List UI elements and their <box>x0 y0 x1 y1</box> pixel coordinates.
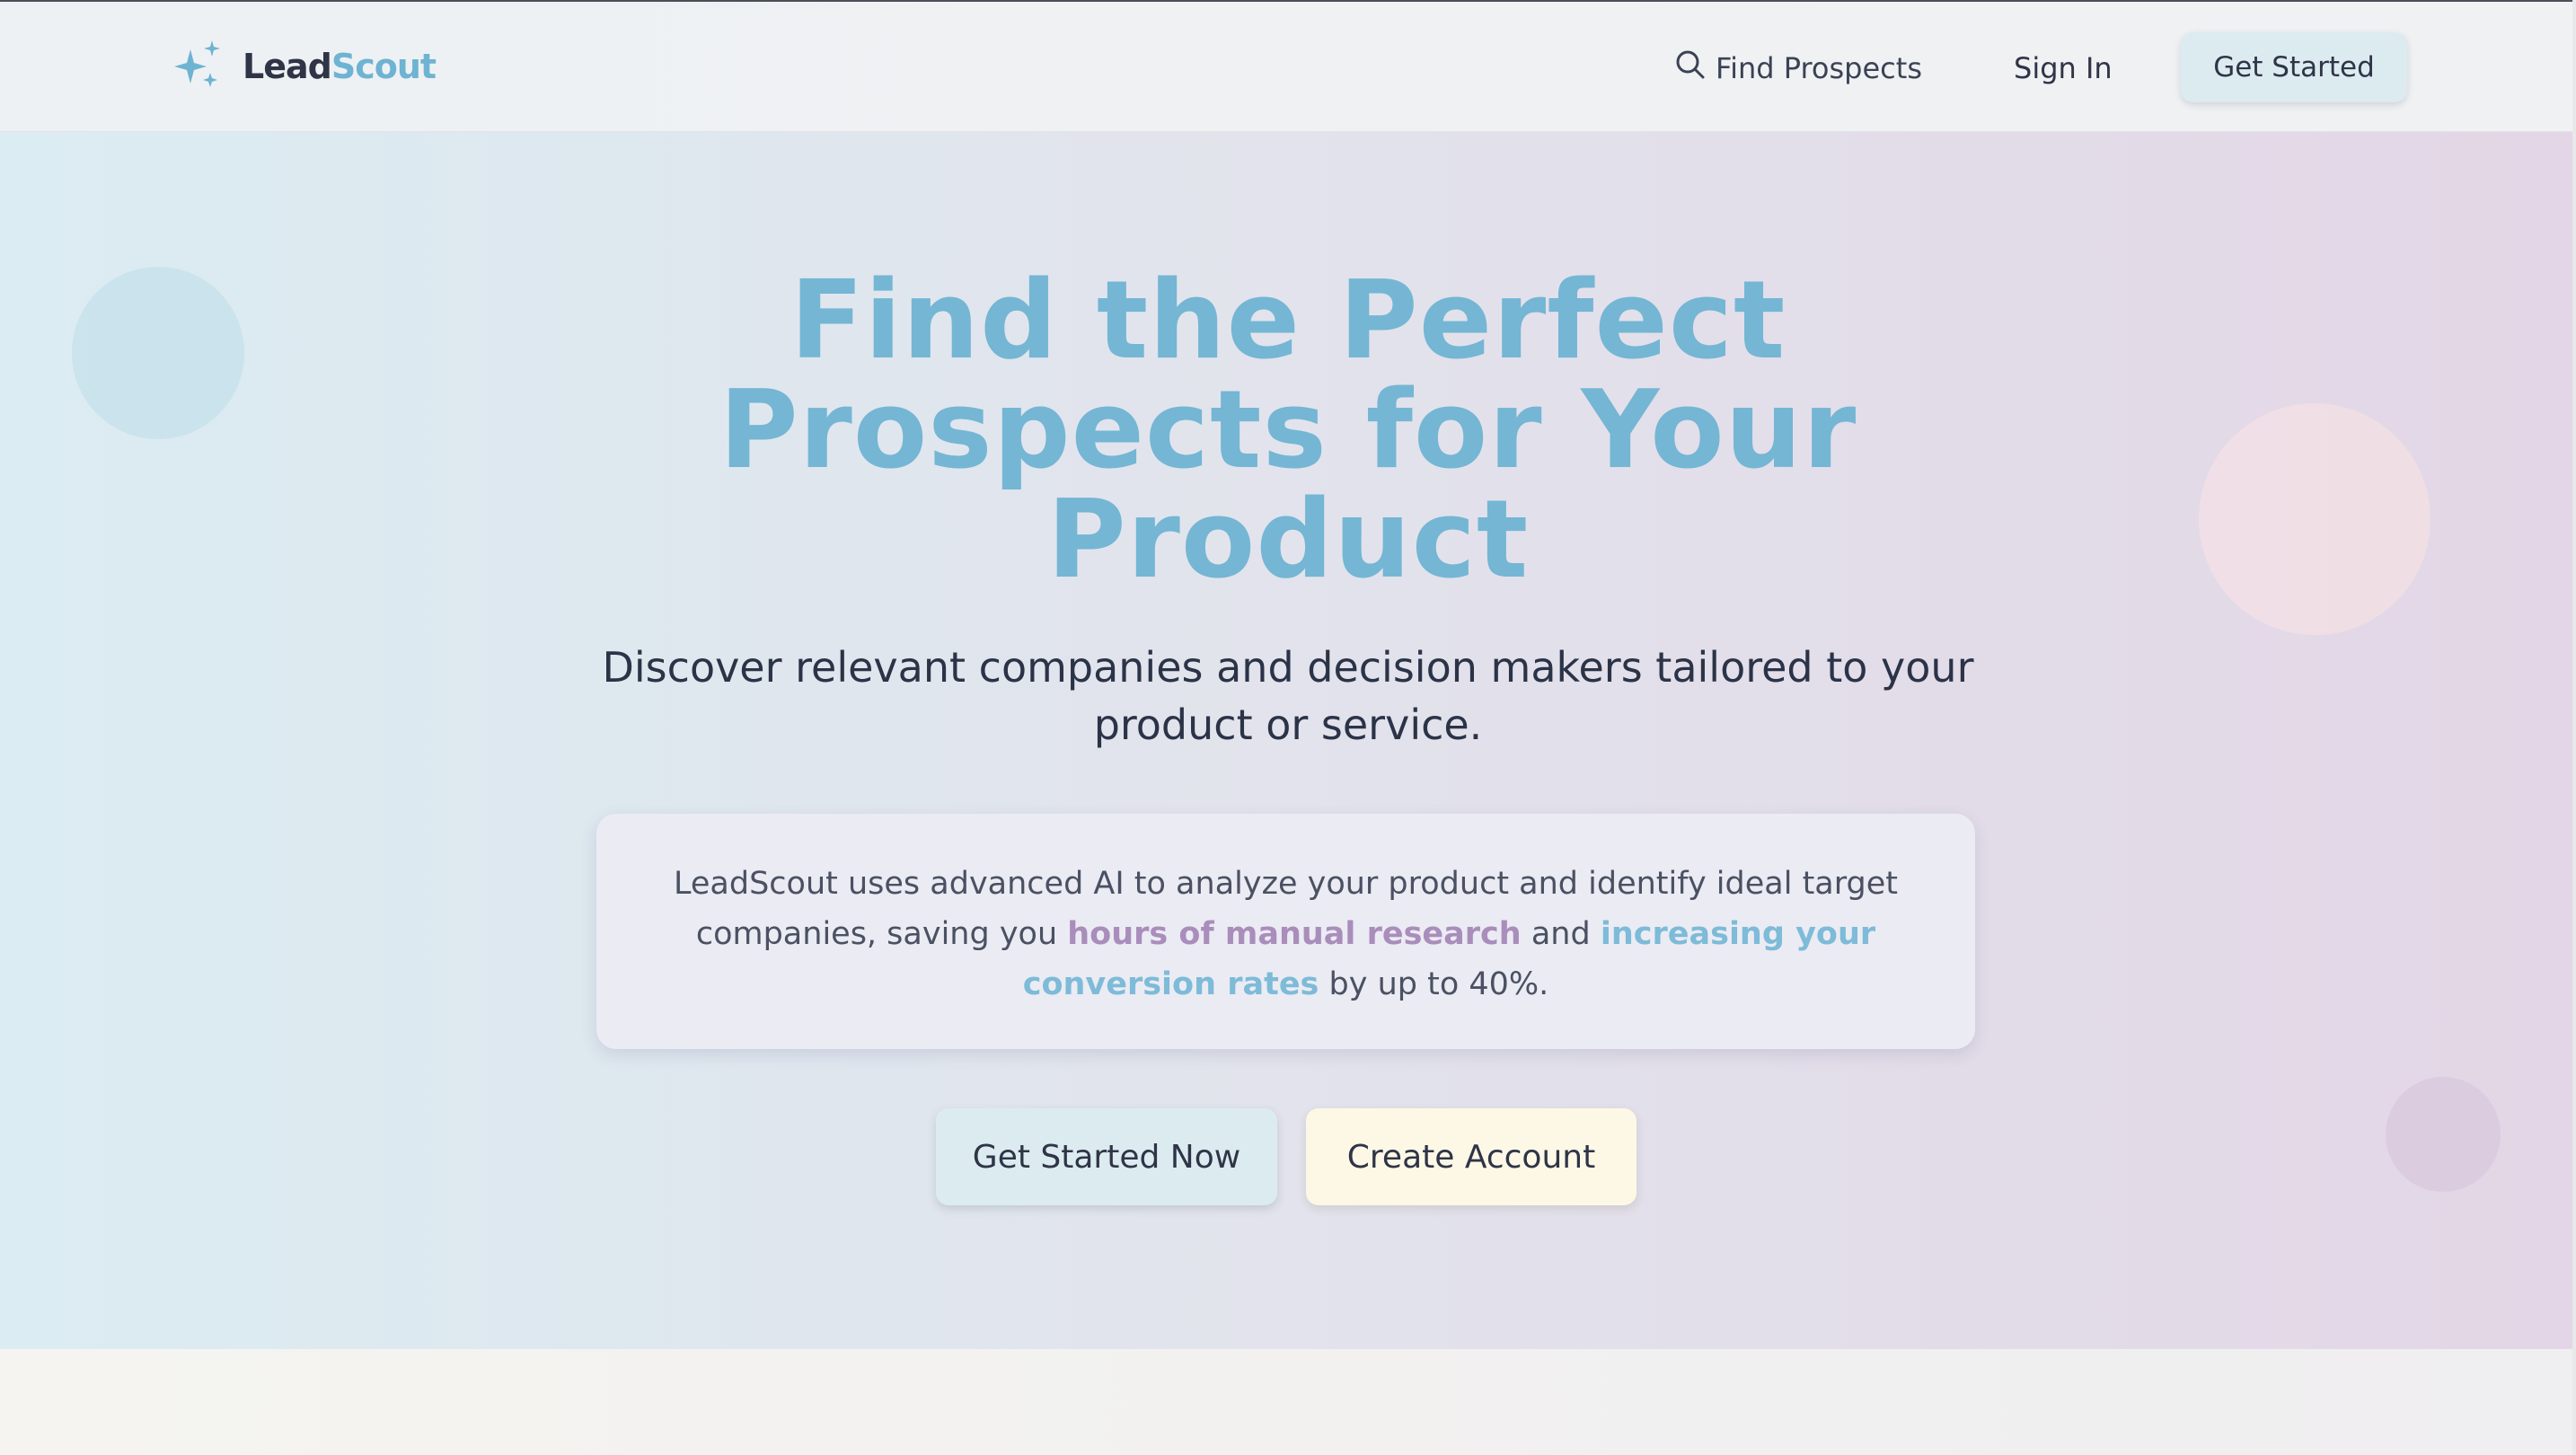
decorative-circle <box>2386 1077 2501 1192</box>
info-card: LeadScout uses advanced AI to analyze yo… <box>596 814 1975 1049</box>
decorative-circle <box>2199 403 2430 635</box>
hero-section: Find the Perfect Prospects for Your Prod… <box>0 132 2576 1349</box>
info-text-mid: and <box>1521 916 1601 952</box>
next-section-peek <box>0 1349 2576 1455</box>
info-highlight-research: hours of manual research <box>1067 916 1522 952</box>
nav-find-prospects-link[interactable]: Find Prospects <box>1672 41 1922 95</box>
nav-find-prospects-label: Find Prospects <box>1716 51 1922 85</box>
logo-text: LeadScout <box>243 47 437 86</box>
search-icon <box>1672 47 1716 90</box>
scrollbar-track[interactable] <box>2572 0 2576 1455</box>
decorative-circle <box>72 267 244 439</box>
info-text-end: by up to 40%. <box>1319 966 1549 1002</box>
navbar: LeadScout Find Prospects Sign In Get Sta… <box>0 2 2576 132</box>
sparkles-icon <box>171 37 226 96</box>
logo[interactable]: LeadScout <box>171 37 437 96</box>
logo-text-scout: Scout <box>331 47 437 86</box>
nav-sign-in-link[interactable]: Sign In <box>2014 41 2113 95</box>
get-started-now-button[interactable]: Get Started Now <box>936 1108 1277 1205</box>
logo-text-lead: Lead <box>243 47 332 86</box>
hero-subheadline: Discover relevant companies and decision… <box>602 643 1974 749</box>
nav-get-started-button[interactable]: Get Started <box>2181 32 2407 102</box>
create-account-button[interactable]: Create Account <box>1306 1108 1636 1205</box>
hero-headline: Find the Perfect Prospects for Your Prod… <box>719 259 1857 603</box>
